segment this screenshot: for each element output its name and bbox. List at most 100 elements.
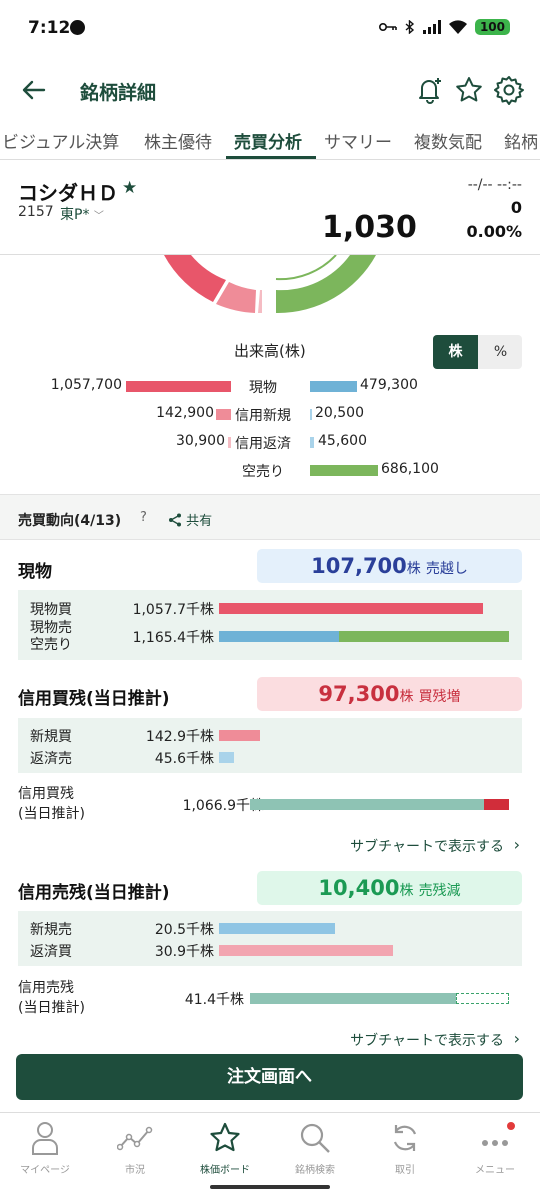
tab-multiple-quotes[interactable]: 複数気配 xyxy=(414,128,482,153)
status-icons: 100 xyxy=(378,19,510,35)
nav-menu[interactable]: メニュー xyxy=(450,1121,540,1176)
balance-label: 信用売残 (当日推計) xyxy=(18,978,85,1018)
nav-stock-search[interactable]: 銘柄検索 xyxy=(270,1121,360,1176)
volume-left-value: 1,057,700 xyxy=(50,377,122,393)
volume-right-value: 45,600 xyxy=(318,433,367,449)
row-label: 返済買 xyxy=(30,944,72,960)
chevron-right-icon: › xyxy=(513,1030,520,1046)
balance-label: 信用買残 (当日推計) xyxy=(18,784,85,824)
row-label: 返済売 xyxy=(30,751,72,767)
chevron-right-icon: › xyxy=(513,835,520,854)
wifi-icon xyxy=(448,20,467,34)
genbutsu-box: 現物買 1,057.7千株 現物売 空売り 1,165.4千株 xyxy=(18,590,522,660)
credit-buy-summary-badge: 97,300株 買残増 xyxy=(257,677,522,711)
summary-unit: 株 xyxy=(399,689,414,705)
row-label: 現物買 xyxy=(30,602,72,618)
credit-buy-new-row: 新規買 142.9千株 xyxy=(18,725,522,745)
genbutsu-buy-row: 現物買 1,057.7千株 xyxy=(18,598,522,618)
credit-sell-title: 信用売残(当日推計) xyxy=(18,883,170,903)
credit-buy-subchart-link[interactable]: サブチャートで表示する › xyxy=(0,835,540,858)
person-icon xyxy=(32,1122,58,1155)
tab-summary[interactable]: サマリー xyxy=(324,128,392,153)
volume-donut-chart xyxy=(164,255,376,314)
share-icon xyxy=(169,513,181,527)
genbutsu-sell-row: 現物売 空売り 1,165.4千株 xyxy=(18,620,522,660)
genbutsu-title: 現物 xyxy=(18,562,52,582)
balance-increase-bar xyxy=(484,799,509,810)
nav-trade[interactable]: 取引 xyxy=(360,1121,450,1176)
tab-bar: ビジュアル決算 株主優待 売買分析 サマリー 複数気配 銘柄 xyxy=(0,120,540,160)
summary-value: 97,300 xyxy=(318,682,400,706)
app-header: 銘柄詳細 xyxy=(0,60,540,120)
market-icon xyxy=(117,1126,153,1151)
favorite-star-icon[interactable] xyxy=(453,74,485,106)
tab-shareholder-benefits[interactable]: 株主優待 xyxy=(144,128,212,153)
nav-label: 株価ボード xyxy=(200,1165,250,1176)
trend-header: 売買動向(4/13) ? 共有 xyxy=(0,494,540,540)
subchart-link-text: サブチャートで表示する xyxy=(350,1033,504,1046)
volume-row-credit-close: 30,900 信用返済 45,600 xyxy=(0,430,540,454)
status-time: 7:12 xyxy=(28,18,71,38)
volume-right-bar xyxy=(310,409,312,420)
favorite-mark-icon: ★ xyxy=(122,178,138,198)
row-label: 新規売 xyxy=(30,922,72,938)
bell-plus-icon[interactable] xyxy=(414,74,446,106)
share-button[interactable]: 共有 xyxy=(168,510,212,529)
bluetooth-icon xyxy=(405,20,415,34)
stock-code: 2157 xyxy=(18,204,54,220)
nav-label: 市況 xyxy=(125,1165,145,1176)
row-value: 1,057.7千株 xyxy=(132,602,214,618)
price-time: --/-- --:-- xyxy=(467,177,522,193)
credit-buy-close-bar xyxy=(219,752,234,763)
order-screen-button[interactable]: 注文画面へ xyxy=(16,1054,523,1100)
balance-label-line2: (当日推計) xyxy=(18,806,85,822)
back-arrow-icon[interactable] xyxy=(20,76,48,104)
credit-buy-new-bar xyxy=(219,730,260,741)
nav-label: 取引 xyxy=(395,1165,415,1176)
subchart-link-text: サブチャートで表示する xyxy=(350,839,504,855)
volume-right-bar xyxy=(310,381,357,392)
summary-value: 107,700 xyxy=(311,554,407,578)
toggle-percent[interactable]: % xyxy=(478,335,522,369)
genbutsu-buy-bar xyxy=(219,603,483,614)
volume-right-value: 20,500 xyxy=(315,405,364,421)
battery-icon: 100 xyxy=(474,19,510,35)
nav-market[interactable]: 市況 xyxy=(90,1121,180,1176)
donut-segment-credit-close xyxy=(258,290,262,314)
volume-left-bar xyxy=(126,381,231,392)
help-button[interactable]: ? xyxy=(140,510,147,525)
credit-sell-new-bar xyxy=(219,923,335,934)
nav-label: メニュー xyxy=(475,1165,515,1176)
credit-sell-summary-badge: 10,400株 売残減 xyxy=(257,871,522,905)
nav-label: 銘柄検索 xyxy=(295,1165,335,1176)
toggle-shares[interactable]: 株 xyxy=(433,335,478,369)
balance-bar xyxy=(250,799,484,810)
tab-visual-results[interactable]: ビジュアル決算 xyxy=(2,128,119,153)
balance-value: 41.4千株 xyxy=(184,992,244,1008)
settings-gear-icon[interactable] xyxy=(493,74,525,106)
nav-my-page[interactable]: マイページ xyxy=(0,1121,90,1176)
signal-icon xyxy=(422,20,441,34)
star-icon xyxy=(210,1122,240,1152)
genbutsu-short-bar xyxy=(339,631,509,642)
tab-trade-analysis[interactable]: 売買分析 xyxy=(234,128,302,153)
trend-title: 売買動向(4/13) xyxy=(18,513,122,529)
balance-bar xyxy=(250,993,456,1004)
tab-stock[interactable]: 銘柄 xyxy=(504,128,538,153)
volume-category: 信用新規 xyxy=(235,408,291,424)
market-selector[interactable]: 東P* ﹀ xyxy=(60,204,104,224)
credit-sell-box: 新規売 20.5千株 返済買 30.9千株 xyxy=(18,911,522,966)
row-value: 1,165.4千株 xyxy=(132,630,214,646)
nav-stock-board[interactable]: 株価ボード xyxy=(180,1121,270,1176)
summary-unit: 株 xyxy=(399,883,414,899)
credit-sell-subchart-link[interactable]: サブチャートで表示する › xyxy=(0,1030,540,1046)
page-title: 銘柄詳細 xyxy=(80,82,157,104)
volume-row-genbutsu: 1,057,700 現物 479,300 xyxy=(0,374,540,398)
volume-category: 空売り xyxy=(242,464,284,480)
volume-row-credit-new: 142,900 信用新規 20,500 xyxy=(0,402,540,426)
donut-inner-line xyxy=(275,255,337,281)
stock-price: 1,030 xyxy=(322,210,417,245)
active-tab-indicator xyxy=(226,156,316,159)
row-label-line2: 空売り xyxy=(30,637,72,653)
volume-left-value: 142,900 xyxy=(156,405,214,421)
